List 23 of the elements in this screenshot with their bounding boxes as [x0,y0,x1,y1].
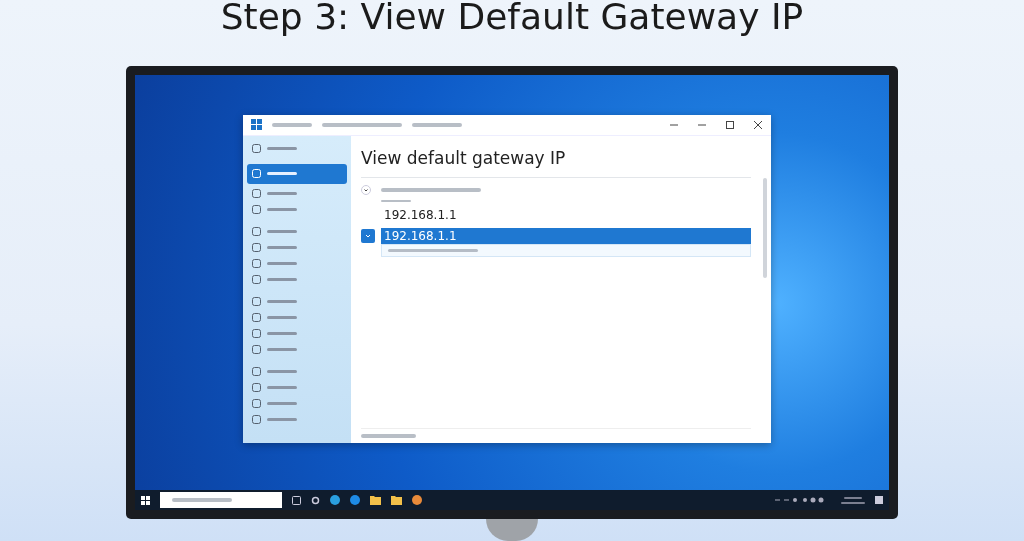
search-field[interactable] [160,492,282,509]
windows-logo-icon [251,119,262,131]
tray-icons-drawing[interactable] [775,497,825,504]
ip-address-row[interactable]: 192.168.1.1 [381,206,751,223]
clock[interactable] [841,496,865,504]
maximize-icon[interactable] [725,119,735,130]
sidebar-item[interactable] [247,163,347,184]
blurred-label [412,122,462,127]
blurred-label [381,199,411,202]
windows-logo-icon[interactable] [141,495,150,505]
page-heading: View default gateway IP [361,147,567,168]
blurred-label [272,122,312,127]
close-icon[interactable] [753,119,763,130]
folder-icon[interactable] [391,495,402,506]
page-title: Step 3: View Default Gateway IP [220,0,804,39]
chevron-icon[interactable] [361,184,371,195]
notification-icon[interactable] [875,496,883,505]
monitor-stand [486,519,538,541]
folder-icon[interactable] [370,495,381,506]
scrollbar[interactable] [763,177,767,278]
chevron-icon[interactable] [361,228,375,243]
ip-address-row[interactable]: 192.168.1.1 [381,227,751,244]
blurred-label [361,433,416,438]
